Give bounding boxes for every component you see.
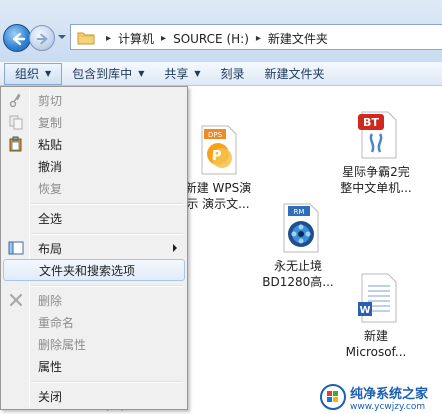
menu-item-rename[interactable]: 重命名 xyxy=(3,311,185,333)
organize-label: 组织 xyxy=(15,67,40,81)
menu-item-remove-properties[interactable]: 删除属性 xyxy=(3,333,185,355)
burn-label: 刻录 xyxy=(220,67,245,81)
menu-separator xyxy=(31,233,183,235)
command-bar: 组织 ▼ 包含到库中 ▼ 共享 ▼ 刻录 新建文件夹 xyxy=(0,62,442,86)
rm-badge: RM xyxy=(294,208,305,216)
menu-item-undo[interactable]: 撤消 xyxy=(3,155,185,177)
address-bar-region: ▸ 计算机 ▸ SOURCE (H:) ▸ 新建文件夹 xyxy=(0,0,442,62)
arrow-right-icon xyxy=(36,33,48,45)
menu-item-paste[interactable]: 粘贴 xyxy=(3,133,185,155)
watermark-title: 纯净系统之家 xyxy=(350,386,429,402)
file-list[interactable]: DPS P 新建 WPS演 示 演示文... BT 星际争霸2完 整中文单机..… xyxy=(185,86,442,414)
file-name-line2: Microsof... xyxy=(345,345,407,359)
watermark-logo-icon xyxy=(320,384,346,410)
menu-item-label: 剪切 xyxy=(38,93,63,108)
menu-separator xyxy=(31,203,183,205)
crumb-computer[interactable]: 计算机 xyxy=(118,30,154,47)
submenu-arrow-icon xyxy=(173,244,177,252)
delete-x-icon xyxy=(9,293,23,307)
crumb-new-folder[interactable]: 新建文件夹 xyxy=(268,30,328,47)
menu-item-label: 全选 xyxy=(38,211,63,226)
share-button[interactable]: 共享 ▼ xyxy=(154,62,210,86)
include-in-library-label: 包含到库中 xyxy=(72,67,133,81)
dropdown-arrow-icon: ▼ xyxy=(138,69,145,78)
arrow-left-icon xyxy=(12,32,26,46)
word-document-icon: W xyxy=(350,272,402,324)
menu-item-redo[interactable]: 恢复 xyxy=(3,177,185,199)
file-item-word-document[interactable]: W 新建 Microsof... xyxy=(328,272,424,360)
menu-item-label: 撤消 xyxy=(38,159,63,174)
chevron-right-icon[interactable]: ▸ xyxy=(256,33,261,44)
menu-separator xyxy=(31,285,183,287)
copy-icon xyxy=(9,115,23,130)
paste-icon xyxy=(9,136,22,152)
layout-icon xyxy=(8,241,24,255)
menu-item-properties[interactable]: 属性 xyxy=(3,355,185,377)
menu-item-label: 文件夹和搜索选项 xyxy=(39,263,136,278)
folder-icon xyxy=(77,32,95,45)
menu-item-delete[interactable]: 删除 xyxy=(3,289,185,311)
menu-item-label: 恢复 xyxy=(38,181,63,196)
new-folder-label: 新建文件夹 xyxy=(264,67,325,81)
dropdown-arrow-icon: ▼ xyxy=(194,69,201,78)
menu-item-label: 关闭 xyxy=(38,389,63,404)
file-name-line1: 新建 xyxy=(363,329,388,343)
file-name-line1: 星际争霸2完 xyxy=(342,165,410,179)
wps-presentation-icon: DPS P xyxy=(192,124,244,176)
menu-item-label: 删除属性 xyxy=(38,337,87,352)
menu-item-select-all[interactable]: 全选 xyxy=(3,207,185,229)
chevron-right-icon[interactable]: ▸ xyxy=(106,33,111,44)
menu-item-cut[interactable]: 剪切 xyxy=(3,89,185,111)
organize-button[interactable]: 组织 ▼ xyxy=(4,62,63,85)
file-item-bt-torrent[interactable]: BT 星际争霸2完 整中文单机... xyxy=(328,108,424,196)
bittorrent-file-icon: BT xyxy=(350,108,402,160)
menu-item-layout[interactable]: 布局 xyxy=(3,237,185,259)
organize-menu: 剪切 复制 粘贴 撤消 恢复 全选 布局 文件夹和搜索选项 删除 重命名 删除属… xyxy=(0,86,188,410)
crumb-source-drive[interactable]: SOURCE (H:) xyxy=(173,32,249,46)
chevron-right-icon[interactable]: ▸ xyxy=(161,33,166,44)
burn-button[interactable]: 刻录 xyxy=(211,62,255,86)
forward-button[interactable] xyxy=(29,25,55,51)
menu-item-label: 属性 xyxy=(38,359,63,374)
back-button[interactable] xyxy=(3,24,31,52)
scissors-icon xyxy=(9,93,21,108)
menu-item-label: 粘贴 xyxy=(38,137,63,152)
menu-item-copy[interactable]: 复制 xyxy=(3,111,185,133)
menu-item-close[interactable]: 关闭 xyxy=(3,385,185,407)
address-box[interactable]: ▸ 计算机 ▸ SOURCE (H:) ▸ 新建文件夹 xyxy=(70,24,442,50)
dps-badge: DPS xyxy=(208,131,223,139)
bt-badge: BT xyxy=(363,116,379,129)
rm-video-icon: RM xyxy=(272,202,324,254)
menu-item-label: 重命名 xyxy=(38,315,75,330)
word-badge: W xyxy=(359,305,370,316)
file-name-line2: 整中文单机... xyxy=(340,181,412,195)
new-folder-button[interactable]: 新建文件夹 xyxy=(255,62,335,86)
history-dropdown-icon[interactable] xyxy=(57,33,67,41)
svg-text:P: P xyxy=(212,149,222,164)
menu-item-label: 复制 xyxy=(38,115,63,130)
menu-item-label: 删除 xyxy=(38,293,63,308)
watermark-text: 纯净系统之家 www.ycwjzy.com xyxy=(350,383,428,412)
dropdown-arrow-icon: ▼ xyxy=(45,69,52,78)
menu-item-folder-and-search-options[interactable]: 文件夹和搜索选项 xyxy=(3,259,185,281)
menu-separator xyxy=(31,381,183,383)
include-in-library-button[interactable]: 包含到库中 ▼ xyxy=(62,62,154,86)
share-label: 共享 xyxy=(164,67,189,81)
menu-item-label: 布局 xyxy=(38,241,63,256)
watermark-url: www.ycwjzy.com xyxy=(350,401,426,412)
site-watermark: 纯净系统之家 www.ycwjzy.com xyxy=(320,382,438,412)
breadcrumb: ▸ 计算机 ▸ SOURCE (H:) ▸ 新建文件夹 xyxy=(99,30,328,47)
